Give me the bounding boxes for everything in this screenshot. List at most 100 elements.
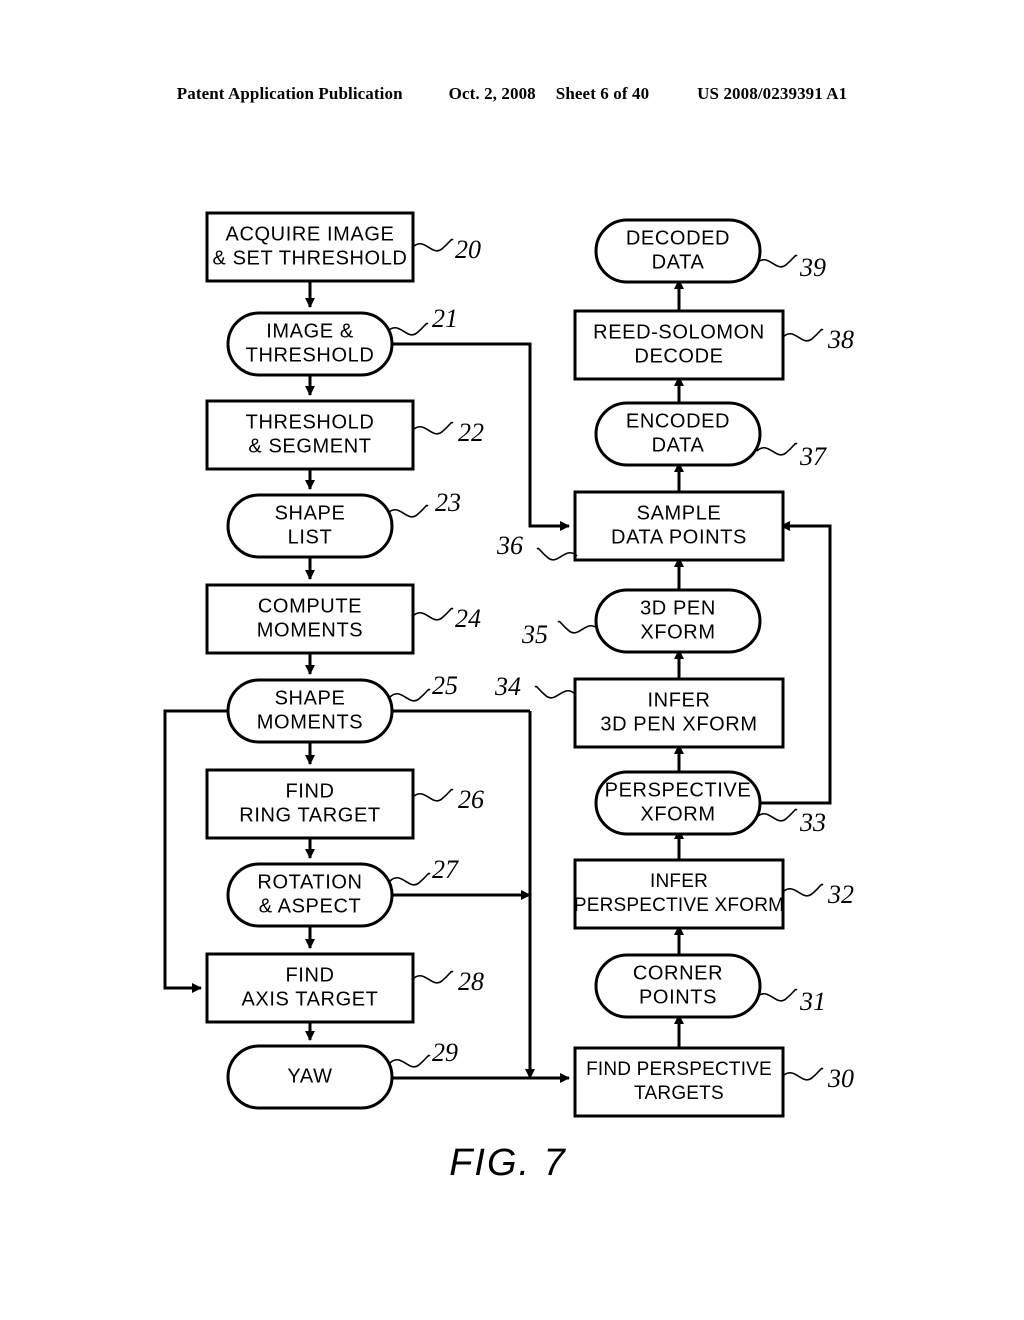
reference-number: 29 — [432, 1038, 458, 1067]
flow-node-33[interactable]: PERSPECTIVEXFORM — [594, 770, 762, 836]
reference-number: 34 — [494, 672, 521, 701]
flow-node-label: DATA — [652, 251, 705, 273]
flow-node-31[interactable]: CORNERPOINTS — [594, 953, 762, 1019]
flow-node-label: LIST — [288, 526, 333, 548]
reference-callout-36: 36 — [496, 531, 578, 561]
flow-node-21[interactable]: IMAGE &THRESHOLD — [226, 311, 394, 377]
flow-node-label: XFORM — [640, 621, 715, 643]
flow-node-label: 3D PEN XFORM — [600, 713, 757, 735]
leader-line — [389, 1054, 431, 1068]
flow-node-label: SHAPE — [275, 502, 346, 524]
reference-number: 33 — [799, 808, 826, 837]
reference-number: 27 — [432, 855, 459, 884]
flow-node-34[interactable]: INFER3D PEN XFORM — [573, 677, 785, 749]
reference-callout-38: 38 — [782, 325, 854, 354]
reference-number: 38 — [827, 325, 854, 354]
leader-line — [782, 1067, 824, 1081]
leader-line — [412, 238, 454, 252]
flow-node-39[interactable]: DECODEDDATA — [594, 218, 762, 284]
leader-line — [756, 442, 798, 456]
reference-callout-27: 27 — [389, 855, 459, 886]
leader-line — [412, 970, 454, 984]
flow-node-label: DATA — [652, 434, 705, 456]
flow-node-28[interactable]: FINDAXIS TARGET — [205, 952, 415, 1024]
flow-node-label: FIND — [285, 780, 334, 802]
flow-node-label: MOMENTS — [257, 711, 363, 733]
flow-node-label: 3D PEN — [640, 597, 716, 619]
flow-node-35[interactable]: 3D PENXFORM — [594, 588, 762, 654]
leader-line — [557, 620, 599, 634]
connector-shapemoments-feedback-loop — [163, 709, 228, 993]
flow-node-label: REED-SOLOMON — [593, 321, 765, 343]
flow-node-32[interactable]: INFER PERSPECTIVE XFORM — [573, 858, 785, 930]
reference-number: 37 — [799, 442, 827, 471]
flow-node-label: THRESHOLD — [246, 344, 375, 366]
flow-node-label: ROTATION — [257, 871, 362, 893]
flow-node-label: AXIS TARGET — [241, 988, 378, 1010]
flow-node-36[interactable]: SAMPLEDATA POINTS — [573, 490, 785, 562]
leader-line — [756, 988, 798, 1002]
reference-number: 25 — [432, 671, 458, 700]
leader-line — [756, 808, 798, 822]
reference-callout-34: 34 — [494, 672, 576, 701]
reference-number: 28 — [458, 967, 484, 996]
flow-node-label: SAMPLE — [637, 502, 722, 524]
flow-node-30[interactable]: FIND PERSPECTIVE TARGETS — [573, 1046, 785, 1118]
reference-callout-33: 33 — [756, 808, 826, 837]
flow-node-24[interactable]: COMPUTEMOMENTS — [205, 583, 415, 655]
flowchart-diagram: ACQUIRE IMAGE& SET THRESHOLD IMAGE &THRES… — [163, 211, 854, 1184]
flow-node-label: INFER — [650, 871, 708, 892]
flow-node-20[interactable]: ACQUIRE IMAGE& SET THRESHOLD — [205, 211, 415, 283]
reference-callout-24: 24 — [412, 604, 481, 633]
reference-number: 23 — [435, 488, 461, 517]
flow-node-label: TARGETS — [634, 1083, 724, 1104]
reference-callout-26: 26 — [412, 785, 484, 814]
flow-node-23[interactable]: SHAPELIST — [226, 493, 394, 559]
flow-node-label: MOMENTS — [257, 619, 363, 641]
leader-line — [536, 547, 578, 561]
reference-number: 36 — [496, 531, 523, 560]
leader-line — [412, 607, 454, 621]
flow-node-label: ACQUIRE IMAGE — [226, 223, 395, 245]
connector-perspxform-feedback-to-sample — [760, 521, 832, 805]
reference-number: 32 — [827, 880, 854, 909]
flow-node-label: SHAPE — [275, 687, 346, 709]
reference-number: 35 — [521, 620, 548, 649]
flow-node-label: YAW — [287, 1065, 332, 1087]
leader-line — [534, 685, 576, 699]
flow-node-label: PERSPECTIVE — [605, 779, 752, 801]
leader-line — [782, 328, 824, 342]
reference-callout-23: 23 — [387, 488, 461, 518]
leader-line — [389, 688, 431, 702]
flow-node-label: & ASPECT — [259, 895, 362, 917]
patent-figure-page: Patent Application Publication Oct. 2, 2… — [0, 0, 1024, 1320]
flow-node-label: INFER — [648, 689, 711, 711]
flow-node-label: COMPUTE — [258, 595, 362, 617]
flow-node-38[interactable]: REED-SOLOMONDECODE — [573, 309, 785, 381]
flow-node-label: DECODE — [634, 345, 723, 367]
leader-line — [389, 872, 431, 886]
reference-callout-25: 25 — [389, 671, 458, 702]
reference-number: 22 — [458, 418, 484, 447]
flow-node-26[interactable]: FINDRING TARGET — [205, 768, 415, 840]
reference-callout-39: 39 — [756, 253, 826, 282]
reference-callout-20: 20 — [412, 235, 481, 264]
reference-callout-35: 35 — [521, 620, 599, 649]
reference-callout-28: 28 — [412, 967, 484, 996]
flow-node-label: FIND PERSPECTIVE — [586, 1059, 772, 1080]
flow-node-label: THRESHOLD — [246, 411, 375, 433]
leader-line — [412, 788, 454, 802]
reference-callout-32: 32 — [782, 880, 854, 909]
flow-node-label: POINTS — [639, 986, 717, 1008]
reference-callout-21: 21 — [387, 304, 458, 336]
flow-node-label: PERSPECTIVE XFORM — [574, 895, 784, 916]
flow-node-29[interactable]: YAW — [226, 1044, 394, 1110]
flow-node-25[interactable]: SHAPEMOMENTS — [226, 678, 394, 744]
leader-line — [387, 504, 429, 518]
flow-node-37[interactable]: ENCODEDDATA — [594, 401, 762, 467]
flow-node-label: & SET THRESHOLD — [213, 247, 408, 269]
flow-node-22[interactable]: THRESHOLD& SEGMENT — [205, 399, 415, 471]
reference-number: 30 — [827, 1064, 854, 1093]
flow-node-label: CORNER — [633, 962, 723, 984]
flow-node-27[interactable]: ROTATION& ASPECT — [226, 862, 394, 928]
